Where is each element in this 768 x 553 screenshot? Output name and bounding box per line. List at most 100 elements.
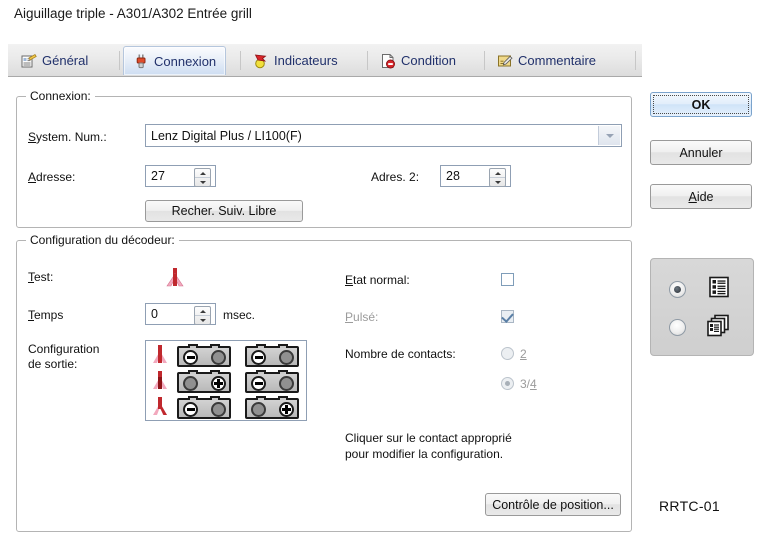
etat-normal-checkbox[interactable] [501,273,514,286]
output-row [146,342,308,369]
test-label: Test: [28,270,54,284]
config-sortie-label-line2: de sortie: [28,357,78,371]
tab-condition[interactable]: Condition [371,46,465,75]
contact-cell[interactable] [279,376,294,391]
tab-condition-label: Condition [401,53,456,68]
page-title: Aiguillage triple - A301/A302 Entrée gri… [14,6,252,21]
contact-cell[interactable] [211,350,226,365]
tab-connexion-label: Connexion [154,53,217,69]
connexion-group: Connexion: [16,89,632,228]
tab-separator [635,51,636,70]
adres2-spin-down[interactable] [490,178,505,186]
adres2-spin-buttons[interactable] [489,168,506,187]
output-row [146,394,308,421]
ok-button[interactable]: OK [650,92,752,117]
adres2-spinner[interactable]: 28 [440,165,511,187]
turnout-right-icon [149,396,171,418]
tab-general-label: Général [42,53,89,68]
condition-rule-icon [380,53,396,69]
contact-cell[interactable] [183,376,198,391]
contact-cell[interactable] [183,350,198,365]
adres2-value: 28 [446,169,460,183]
pulse-label: Pulsé: [345,310,379,324]
connector-block[interactable] [177,370,231,393]
tab-separator [119,51,120,70]
position-control-button[interactable]: Contrôle de position... [485,493,621,516]
dialog-window: Aiguillage triple - A301/A302 Entrée gri… [0,0,768,553]
search-next-free-button[interactable]: Recher. Suiv. Libre [145,200,303,222]
connector-block[interactable] [245,344,299,367]
system-num-label: System. Num.: [28,130,107,144]
contact-cell[interactable] [251,350,266,365]
adresse-label: Adresse: [28,170,76,184]
contacts-radio-34-label: 3/4 [520,377,537,391]
connector-block[interactable] [177,344,231,367]
contact-cell[interactable] [251,376,266,391]
pulse-checkbox [501,310,514,323]
tab-commentaire[interactable]: Commentaire [488,46,605,75]
system-num-combobox[interactable]: Lenz Digital Plus / LI100(F) [145,124,622,147]
view-mode-radio-cascade[interactable] [669,319,686,336]
tab-separator [367,51,368,70]
product-brand-label: RRTC-01 [659,498,720,514]
contact-cell[interactable] [279,402,294,417]
view-mode-panel [650,258,754,356]
adresse-spin-up[interactable] [195,169,210,178]
temps-spin-up[interactable] [195,307,210,316]
nombre-contacts-label: Nombre de contacts: [345,347,456,361]
adresse-spinner[interactable]: 27 [145,165,216,187]
contact-cell[interactable] [251,402,266,417]
tab-general[interactable]: Général [12,46,97,75]
turnout-left-icon [149,344,171,366]
cascade-view-icon[interactable] [706,314,730,341]
tab-indicateurs[interactable]: Indicateurs [244,46,347,75]
config-sortie-label-line1: Configuration [28,342,100,356]
contact-cell[interactable] [211,402,226,417]
output-config-grid[interactable] [145,340,307,421]
tab-separator [484,51,485,70]
general-properties-icon [21,53,37,69]
tab-connexion[interactable]: Connexion [123,46,227,75]
ok-button-label: OK [691,97,711,112]
view-mode-radio-list[interactable] [669,281,686,298]
adresse-spin-down[interactable] [195,178,210,186]
temps-spinner[interactable]: 0 [145,303,216,325]
contact-cell[interactable] [183,402,198,417]
temps-spin-buttons[interactable] [194,306,211,325]
list-view-icon[interactable] [708,276,730,301]
plug-connector-icon [133,53,149,69]
help-button[interactable]: Aide [650,184,752,209]
adres2-spin-up[interactable] [490,169,505,178]
hint-line2: pour modifier la configuration. [345,447,504,461]
contacts-radio-2 [501,347,514,360]
contact-cell[interactable] [279,350,294,365]
contacts-radio-34 [501,377,514,390]
tab-indicateurs-label: Indicateurs [274,53,338,68]
tab-commentaire-label: Commentaire [518,53,597,68]
triple-turnout-icon[interactable] [163,266,187,290]
output-row [146,368,308,395]
adres2-label: Adres. 2: [371,170,420,184]
contact-cell[interactable] [211,376,226,391]
contacts-radio-2-label: 2 [520,347,527,361]
decodeur-group-title: Configuration du décodeur: [26,233,179,247]
adresse-value: 27 [151,169,165,183]
temps-unit-label: msec. [223,308,256,322]
adresse-spin-buttons[interactable] [194,168,211,187]
cancel-button[interactable]: Annuler [650,140,752,165]
tab-separator [240,51,241,70]
chevron-down-icon [605,133,614,138]
system-num-dropdown-button[interactable] [598,126,620,145]
connector-block[interactable] [245,396,299,419]
temps-spin-down[interactable] [195,316,210,324]
system-num-value: Lenz Digital Plus / LI100(F) [151,128,302,143]
decodeur-group: Configuration du décodeur: [16,233,632,532]
connexion-group-title: Connexion: [26,89,95,103]
connector-block[interactable] [177,396,231,419]
connector-block[interactable] [245,370,299,393]
comment-edit-icon [497,53,513,69]
temps-label: Temps [28,308,64,322]
etat-normal-label: Etat normal: [345,273,410,287]
turnout-straight-icon [149,370,171,392]
temps-value: 0 [151,307,158,321]
